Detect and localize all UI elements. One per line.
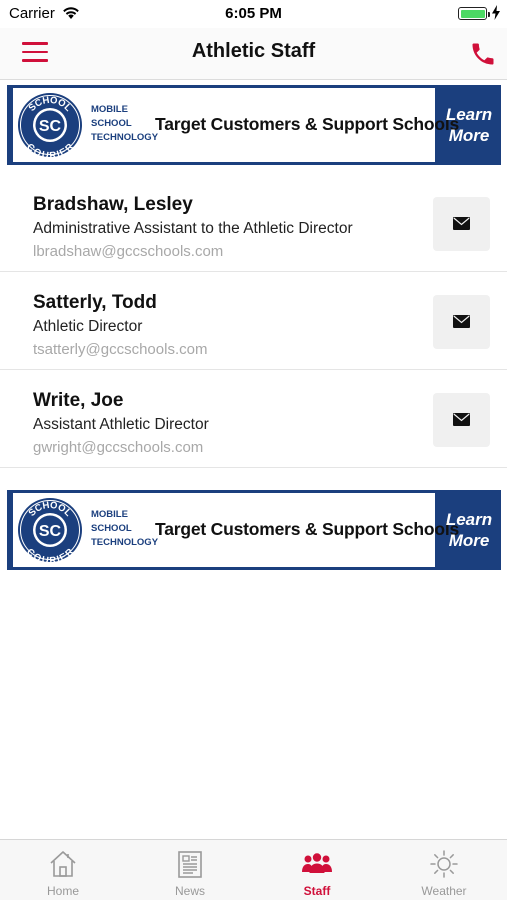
envelope-icon: [453, 413, 470, 426]
staff-name: Write, Joe: [33, 390, 124, 411]
staff-list-item: Bradshaw, Lesley Administrative Assistan…: [0, 174, 507, 272]
tab-news[interactable]: News: [127, 840, 253, 900]
staff-email: tsatterly@gccschools.com: [33, 341, 208, 358]
charging-icon: [492, 5, 500, 20]
tab-home[interactable]: Home: [0, 840, 126, 900]
home-icon: [50, 851, 76, 877]
learn-more-button[interactable]: Learn More: [437, 490, 501, 570]
ad-banner[interactable]: SC SCHOOL COURIER MOBILE SCHOOL TECHNOLO…: [7, 490, 501, 570]
envelope-icon: [453, 315, 470, 328]
staff-title: Administrative Assistant to the Athletic…: [33, 220, 353, 237]
email-button[interactable]: [433, 393, 490, 447]
tab-label: Home: [46, 884, 79, 898]
staff-list-item: Write, Joe Assistant Athletic Director g…: [0, 370, 507, 468]
staff-name: Satterly, Todd: [33, 292, 157, 313]
tab-staff[interactable]: Staff: [254, 840, 380, 900]
phone-icon: [472, 43, 494, 65]
tab-label: Weather: [421, 884, 467, 898]
tab-label: Staff: [303, 884, 331, 898]
page-title: Athletic Staff: [191, 40, 316, 62]
clock: 6:05 PM: [225, 5, 282, 22]
ad-subtitle: MOBILE SCHOOL TECHNOLOGY: [91, 104, 159, 143]
learn-more-button[interactable]: Learn More: [437, 85, 501, 165]
school-courier-logo: SC SCHOOL COURIER: [18, 498, 82, 563]
school-courier-logo: SC SCHOOL COURIER: [18, 93, 82, 158]
envelope-icon: [453, 217, 470, 230]
staff-list-item: Satterly, Todd Athletic Director tsatter…: [0, 272, 507, 370]
ad-headline: Target Customers & Support Schools: [155, 114, 460, 134]
weather-icon: [430, 850, 458, 878]
ad-headline: Target Customers & Support Schools: [155, 519, 460, 539]
staff-title: Athletic Director: [33, 318, 143, 335]
staff-email: lbradshaw@gccschools.com: [33, 243, 224, 260]
staff-name: Bradshaw, Lesley: [33, 194, 193, 215]
ad-content: SC SCHOOL COURIER MOBILE SCHOOL TECHNOLO…: [13, 88, 459, 162]
ad-subtitle: MOBILE SCHOOL TECHNOLOGY: [91, 509, 159, 548]
staff-title: Assistant Athletic Director: [33, 416, 209, 433]
email-button[interactable]: [433, 295, 490, 349]
tab-bar: Home News Staff Weather: [0, 839, 507, 900]
svg-text:SC: SC: [39, 523, 62, 540]
news-icon: [178, 851, 202, 878]
battery-level: [460, 9, 485, 18]
svg-text:SC: SC: [39, 118, 62, 135]
email-button[interactable]: [433, 197, 490, 251]
navigation-bar: Athletic Staff: [0, 28, 507, 80]
ad-content: SC SCHOOL COURIER MOBILE SCHOOL TECHNOLO…: [13, 493, 459, 567]
ad-banner[interactable]: SC SCHOOL COURIER MOBILE SCHOOL TECHNOLO…: [7, 85, 501, 165]
staff-icon: [302, 853, 332, 873]
battery-icon: [458, 7, 490, 20]
tab-weather[interactable]: Weather: [381, 840, 507, 900]
call-button[interactable]: [469, 40, 497, 68]
tab-label: News: [174, 884, 205, 898]
status-bar: Carrier 6:05 PM: [0, 0, 507, 28]
staff-email: gwright@gccschools.com: [33, 439, 204, 456]
